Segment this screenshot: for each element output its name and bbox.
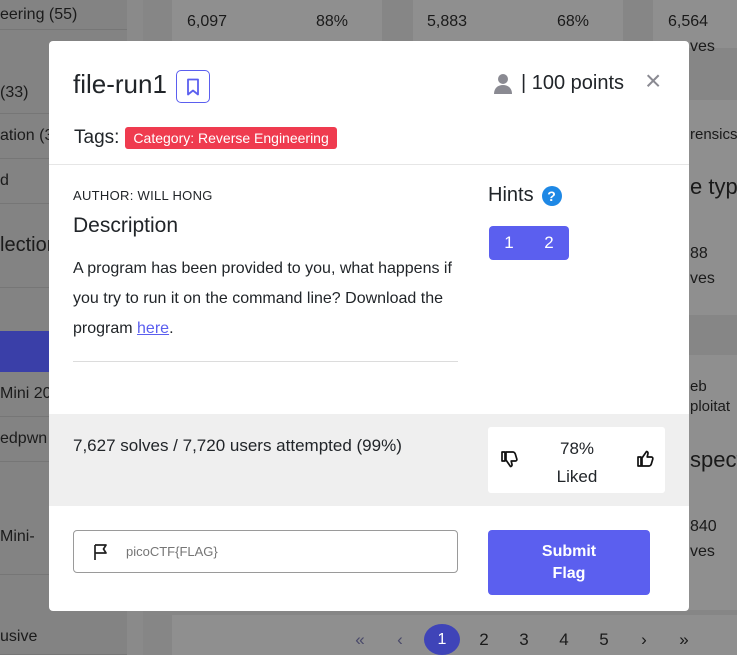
close-icon[interactable]: ×	[645, 67, 661, 95]
pagination-page-1[interactable]: 1	[424, 624, 460, 655]
card-solves: 6,097	[187, 13, 228, 30]
hint-buttons: 1 2	[489, 226, 569, 260]
download-link[interactable]: here	[137, 320, 169, 337]
category-badge[interactable]: Category: Reverse Engineering	[125, 127, 337, 149]
thumbs-up-icon[interactable]	[636, 449, 656, 474]
liked-stat: 78% Liked	[532, 435, 622, 491]
pagination: « ‹ 1 2 3 4 5 › »	[340, 624, 704, 655]
sidebar-item[interactable]: usive	[0, 620, 127, 655]
bookmark-button[interactable]	[176, 70, 210, 103]
card-solves-suffix: ves	[690, 38, 715, 55]
sidebar-item[interactable]: eering (55)	[0, 0, 127, 30]
tags: Tags: Category: Reverse Engineering	[74, 127, 337, 149]
description-text: A program has been provided to you, what…	[73, 254, 465, 344]
hint-button-1[interactable]: 1	[489, 226, 529, 260]
divider	[73, 361, 458, 362]
divider	[49, 164, 689, 165]
pagination-page-4[interactable]: 4	[544, 630, 584, 650]
card-liked: 88%	[316, 13, 349, 30]
card-solves: 840	[690, 518, 717, 535]
card-solves: 6,564	[668, 13, 709, 30]
card-title: e typ	[690, 174, 737, 199]
pagination-prev[interactable]: ‹	[380, 630, 420, 650]
author: AUTHOR: WILL HONG	[73, 188, 213, 203]
tags-label: Tags:	[74, 127, 120, 148]
card-category: eb	[690, 378, 707, 395]
hint-button-2[interactable]: 2	[529, 226, 569, 260]
user-icon	[494, 73, 512, 94]
submit-flag-button[interactable]: Submit Flag	[488, 530, 650, 595]
card-category: rensics	[690, 126, 737, 143]
flag-input[interactable]	[126, 544, 426, 559]
liked-label: Liked	[556, 467, 598, 486]
pagination-next[interactable]: ›	[624, 630, 664, 650]
card-category: ploitat	[690, 398, 731, 415]
points-info: | 100 points	[493, 72, 624, 95]
description-heading: Description	[73, 214, 179, 237]
description-body: A program has been provided to you, what…	[73, 260, 452, 337]
bookmark-icon	[187, 78, 199, 95]
card-liked: 68%	[557, 13, 590, 30]
thumbs-down-icon[interactable]	[500, 449, 520, 474]
hints-heading: Hints ?	[488, 184, 562, 207]
question-icon[interactable]: ?	[541, 185, 562, 206]
points-label: | 100 points	[521, 72, 625, 94]
challenge-title: file-run1	[73, 69, 167, 99]
challenge-modal: file-run1 | 100 points × Tags: Category:…	[49, 41, 689, 611]
pagination-page-2[interactable]: 2	[464, 630, 504, 650]
card-solves-suffix: ves	[690, 270, 715, 287]
card-solves-suffix: ves	[690, 543, 715, 560]
stats-panel: 7,627 solves / 7,720 users attempted (99…	[49, 414, 689, 506]
card-solves: 5,883	[427, 13, 468, 30]
pagination-first[interactable]: «	[340, 630, 380, 650]
liked-percent: 78%	[559, 439, 595, 458]
description-end: .	[169, 320, 174, 337]
pagination-page-5[interactable]: 5	[584, 630, 624, 650]
like-widget: 78% Liked	[488, 427, 665, 493]
pagination-last[interactable]: »	[664, 630, 704, 650]
solves-count: 7,627 solves / 7,720 users attempted (99…	[73, 436, 402, 455]
flag-input-box[interactable]	[73, 530, 458, 573]
pagination-page-3[interactable]: 3	[504, 630, 544, 650]
card-solves: 88	[690, 245, 708, 262]
card-title: spect	[690, 447, 737, 472]
hints-label: Hints	[488, 184, 534, 206]
flag-icon	[92, 543, 110, 561]
